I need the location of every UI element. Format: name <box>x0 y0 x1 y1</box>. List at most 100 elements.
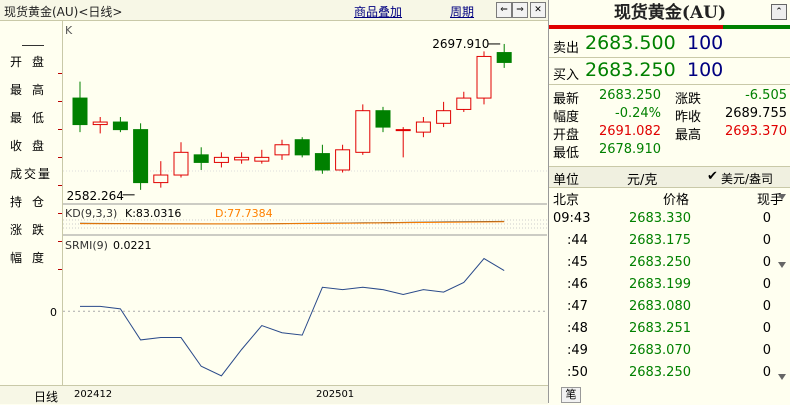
sell-label: 卖出 <box>553 41 580 56</box>
buy-volume: 100 <box>687 59 724 81</box>
menu-marker <box>58 241 62 242</box>
tick-row: :47 2683.080 0 <box>549 298 790 317</box>
tick-list-scrollbar[interactable] <box>775 188 789 386</box>
stat-row: 最低 2678.910 <box>549 141 790 161</box>
candle[interactable] <box>274 144 290 156</box>
menu-item-volume[interactable]: 成交量 <box>10 165 54 182</box>
menu-marker <box>58 269 62 270</box>
low-annotation: 2582.264 <box>67 189 124 203</box>
scroll-left-icon[interactable]: ⇐ <box>496 2 512 18</box>
time-axis: 日线 202412 202501 <box>0 385 548 404</box>
tick-volume: 0 <box>762 343 771 358</box>
tick-header-price: 价格 <box>663 193 690 208</box>
buy-row: 买入 2683.250 100 <box>549 58 790 85</box>
candle[interactable] <box>395 129 411 132</box>
candle[interactable] <box>153 174 169 184</box>
stat-value: 2678.910 <box>598 142 661 157</box>
menu-item-open[interactable]: 开盘 <box>10 53 54 70</box>
scroll-up-icon[interactable] <box>778 194 786 200</box>
menu-item-change[interactable]: 涨跌 <box>10 221 54 238</box>
stat-label: 最低 <box>553 146 580 161</box>
menu-marker <box>58 73 62 74</box>
srmi-value: 0.0221 <box>113 239 152 252</box>
tick-volume: 0 <box>762 211 771 226</box>
tick-time: :47 <box>567 299 588 314</box>
tick-row: :50 2683.250 0 <box>549 364 790 383</box>
quote-stats: 最新 2683.250 涨跌 -6.505 幅度 -0.24% 昨收 2689.755 开盘 26… <box>549 87 790 165</box>
menu-marker <box>58 157 62 158</box>
tick-price: 2683.251 <box>628 321 691 336</box>
scroll-down-icon[interactable] <box>778 374 786 380</box>
candle[interactable] <box>476 55 492 99</box>
tab-ticks[interactable]: 笔 <box>561 387 581 403</box>
stat-value: 2693.370 <box>724 124 787 139</box>
unit-checkmark-icon[interactable]: ✔ <box>707 169 718 184</box>
unit-bar: 单位 元/克 ✔ 美元/盎司 <box>549 166 790 188</box>
menu-marker <box>58 101 62 102</box>
candle[interactable] <box>314 153 330 171</box>
quote-title: 现货黄金(AU) <box>549 0 790 24</box>
stat-value: -0.24% <box>615 106 661 121</box>
menu-marker <box>58 129 62 130</box>
candle[interactable] <box>193 154 209 163</box>
indicator-menu: 开盘 最高 最低 收盘 成交量 持仓 涨跌 幅度 <box>0 21 63 385</box>
candle[interactable] <box>112 121 128 131</box>
k-label: K <box>65 24 73 37</box>
sell-price: 2683.500 <box>585 32 676 54</box>
candle[interactable] <box>496 52 512 63</box>
candle[interactable] <box>456 97 472 110</box>
scroll-mark-icon[interactable] <box>778 262 786 268</box>
candle[interactable] <box>375 110 391 128</box>
quote-panel: 现货黄金(AU) ⌃ 卖出 2683.500 100 买入 2683.250 1… <box>548 0 790 403</box>
scroll-right-icon[interactable]: ⇒ <box>512 2 528 18</box>
unit-option[interactable]: 美元/盎司 <box>721 170 773 187</box>
overlay-button[interactable]: 商品叠加 <box>354 3 402 20</box>
candle[interactable] <box>173 151 189 176</box>
panel-menu-icon[interactable]: ⌃ <box>771 4 787 20</box>
tick-list: 09:43 2683.330 0:44 2683.175 0:45 2683.250 0:4… <box>549 210 790 386</box>
candle[interactable] <box>213 156 229 163</box>
menu-item-close[interactable]: 收盘 <box>10 137 54 154</box>
menu-item-position[interactable]: 持仓 <box>10 193 54 210</box>
candle[interactable] <box>355 110 371 153</box>
tick-price: 2683.250 <box>628 255 691 270</box>
tick-time: 09:43 <box>553 211 591 226</box>
sell-volume: 100 <box>687 32 724 54</box>
menu-item-high[interactable]: 最高 <box>10 81 54 98</box>
candle[interactable] <box>254 156 270 162</box>
unit-value: 元/克 <box>627 173 658 188</box>
price-chart[interactable]: K 2697.910 2582.264 KD(9,3,3) K:83.0316 … <box>63 21 547 385</box>
menu-item-low[interactable]: 最低 <box>10 109 54 126</box>
tick-list-header: 北京 价格 现手 <box>549 188 790 208</box>
tick-volume: 0 <box>762 255 771 270</box>
tick-header-time: 北京 <box>553 193 580 208</box>
tick-row: :46 2683.199 0 <box>549 276 790 295</box>
candle[interactable] <box>92 121 108 126</box>
stat-row: 开盘 2691.082 最高 2693.370 <box>549 123 790 143</box>
tick-volume: 0 <box>762 365 771 380</box>
tick-time: :49 <box>567 343 588 358</box>
candle[interactable] <box>415 121 431 133</box>
buy-price: 2683.250 <box>585 59 676 81</box>
candle[interactable] <box>436 110 452 124</box>
stat-value: 2683.250 <box>598 88 661 103</box>
stat-row: 幅度 -0.24% 昨收 2689.755 <box>549 105 790 125</box>
tick-row: :44 2683.175 0 <box>549 232 790 251</box>
sell-row: 卖出 2683.500 100 <box>549 31 790 58</box>
tick-volume: 0 <box>762 277 771 292</box>
candle[interactable] <box>133 129 149 184</box>
tick-time: :44 <box>567 233 588 248</box>
candle[interactable] <box>234 156 250 161</box>
period-button[interactable]: 周期 <box>450 3 474 20</box>
tick-time: :48 <box>567 321 588 336</box>
buy-label: 买入 <box>553 68 580 83</box>
candle[interactable] <box>294 139 310 156</box>
tick-row: :48 2683.251 0 <box>549 320 790 339</box>
tick-row: 09:43 2683.330 0 <box>549 210 790 229</box>
menu-item-percent[interactable]: 幅度 <box>10 249 54 266</box>
close-icon[interactable]: ✕ <box>530 2 546 18</box>
candle[interactable] <box>72 97 88 126</box>
srmi-zero-axis-label: 0 <box>50 306 57 319</box>
tick-price: 2683.175 <box>628 233 691 248</box>
candle[interactable] <box>335 149 351 171</box>
